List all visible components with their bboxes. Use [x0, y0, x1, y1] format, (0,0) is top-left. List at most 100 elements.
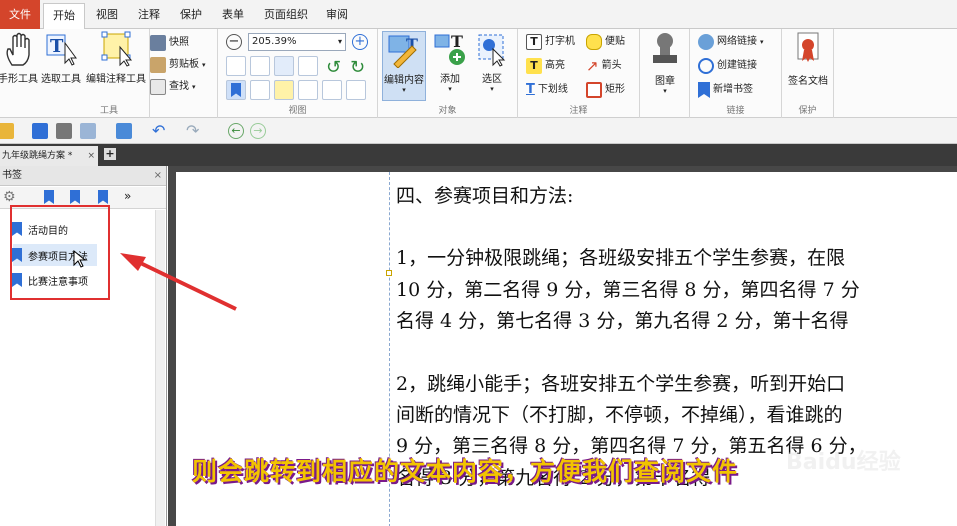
- globe-icon: [698, 34, 714, 50]
- attachments-view-button[interactable]: [298, 80, 318, 100]
- mouse-cursor-icon: [73, 250, 87, 268]
- comments-view-button[interactable]: [274, 80, 294, 100]
- actual-size-button[interactable]: [226, 56, 246, 76]
- properties-view-button[interactable]: [346, 80, 366, 100]
- rectangle-button[interactable]: 矩形: [586, 80, 625, 100]
- doc-line: 间断的情况下（不打脚，不停顿，不掉绳），看谁跳的: [396, 404, 843, 426]
- tab-comment[interactable]: 注释: [130, 3, 168, 29]
- group-comment: T 打字机 便贴 T 高亮 ↗ 箭头 T 下划线 矩形 注释: [518, 29, 640, 118]
- svg-text:T: T: [451, 32, 463, 51]
- create-link-button[interactable]: 创建链接: [698, 56, 757, 76]
- bookmarks-panel-header: 书签 ×: [0, 166, 166, 186]
- zoom-in-button[interactable]: +: [352, 34, 368, 50]
- hand-tool-label: 手形工具: [0, 74, 38, 85]
- text-box-handle[interactable]: [386, 270, 392, 276]
- add-object-button[interactable]: T 添加 ▾: [430, 31, 470, 93]
- gear-icon[interactable]: ⚙: [3, 189, 16, 205]
- group-tools: 手形工具 T 选取工具 编辑注释工具 快照 剪贴板 ▾ 查找 ▾ 工具: [0, 29, 206, 118]
- tab-protect[interactable]: 保护: [172, 3, 210, 29]
- ribbon: 手形工具 T 选取工具 编辑注释工具 快照 剪贴板 ▾ 查找 ▾ 工具 − 20…: [0, 29, 957, 118]
- underline-label: 下划线: [537, 84, 568, 95]
- select-area-label: 选区: [482, 74, 502, 85]
- typewriter-label: 打字机: [545, 36, 575, 47]
- chevron-down-icon: ▾: [402, 86, 406, 94]
- tab-form[interactable]: 表单: [214, 3, 252, 29]
- underline-button[interactable]: T 下划线: [526, 80, 568, 100]
- menu-bar: 文件 开始 视图 注释 保护 表单 页面组织 审阅: [0, 0, 957, 29]
- back-icon[interactable]: ←: [228, 123, 244, 139]
- bookmarks-panel-title: 书签: [2, 170, 22, 181]
- tab-review[interactable]: 审阅: [318, 3, 356, 29]
- highlight-box: [10, 205, 110, 300]
- panel-scrollbar[interactable]: [155, 210, 165, 526]
- document-tab[interactable]: 九年级跳绳方案 * ×: [0, 146, 98, 166]
- doc-line: 名得 4 分，第七名得 3 分，第九名得 2 分，第十名得: [396, 310, 849, 332]
- add-bookmark-icon[interactable]: [98, 190, 108, 204]
- link-icon: [698, 58, 714, 74]
- web-link-button[interactable]: 网络链接 ▾: [698, 32, 764, 52]
- hand-tool-button[interactable]: 手形工具: [0, 31, 38, 85]
- select-tool-label: 选取工具: [41, 74, 81, 85]
- undo-icon[interactable]: ↶: [152, 123, 168, 139]
- layers-view-button[interactable]: [322, 80, 342, 100]
- bookmark-view-button[interactable]: [226, 80, 246, 100]
- baidu-watermark: Baidu经验: [786, 450, 901, 475]
- note-label: 便贴: [605, 36, 625, 47]
- zoom-out-button[interactable]: −: [226, 34, 242, 50]
- highlight-button[interactable]: T 高亮: [526, 56, 565, 76]
- new-bookmark-button[interactable]: 新增书签: [698, 80, 753, 100]
- pages-view-button[interactable]: [250, 80, 270, 100]
- arrow-icon: ↗: [586, 57, 599, 75]
- select-area-button[interactable]: 选区 ▾: [472, 31, 512, 93]
- note-icon: [586, 34, 602, 50]
- group-view: − 205.39% ▾ + ↺ ↻ 视图: [218, 29, 378, 118]
- print-icon[interactable]: [56, 123, 72, 139]
- rectangle-icon: [586, 82, 602, 98]
- certificate-icon: [797, 32, 819, 62]
- sign-document-button[interactable]: 签名文档: [784, 31, 832, 87]
- group-links: 网络链接 ▾ 创建链接 新增书签 链接: [690, 29, 782, 118]
- quick-access-toolbar: ↶ ↷ ← →: [0, 118, 957, 144]
- open-folder-icon[interactable]: [0, 123, 14, 139]
- doc-line: 1，一分钟极限跳绳；各班级安排五个学生参赛，在限: [396, 247, 846, 269]
- expand-bookmarks-icon[interactable]: [44, 190, 54, 204]
- stamp-button[interactable]: 图章 ▾: [644, 31, 686, 95]
- new-tab-button[interactable]: +: [104, 148, 116, 160]
- rectangle-label: 矩形: [605, 84, 625, 95]
- zoom-input[interactable]: 205.39% ▾: [248, 33, 346, 51]
- fit-page-button[interactable]: [250, 56, 270, 76]
- stamp-icon: [653, 33, 677, 63]
- tab-view[interactable]: 视图: [88, 3, 126, 29]
- video-subtitle: 则会跳转到相应的文本内容，方便我们查阅文件: [192, 457, 739, 486]
- tab-page-organize[interactable]: 页面组织: [258, 3, 314, 29]
- select-tool-button[interactable]: T 选取工具: [39, 31, 83, 85]
- stamp-label: 图章: [655, 76, 675, 87]
- chevron-double-down-icon[interactable]: »: [124, 189, 131, 203]
- typewriter-button[interactable]: T 打字机: [526, 32, 575, 52]
- fit-width-button[interactable]: [274, 56, 294, 76]
- hand-icon: [6, 32, 30, 66]
- save-icon[interactable]: [32, 123, 48, 139]
- view-group-label: 视图: [288, 106, 307, 116]
- redo-icon[interactable]: ↷: [186, 123, 202, 139]
- create-link-label: 创建链接: [717, 60, 757, 71]
- text-select-icon: T: [46, 34, 77, 66]
- email-icon[interactable]: [80, 123, 96, 139]
- tab-home[interactable]: 开始: [43, 3, 85, 29]
- close-panel-icon[interactable]: ×: [154, 166, 162, 186]
- web-link-label: 网络链接: [717, 36, 757, 47]
- fit-visible-button[interactable]: [298, 56, 318, 76]
- edit-content-button[interactable]: T 编辑内容 ▾: [382, 31, 426, 101]
- scan-icon[interactable]: [116, 123, 132, 139]
- edit-annotation-tool-button[interactable]: 编辑注释工具: [84, 31, 148, 85]
- rotate-left-icon[interactable]: ↺: [326, 57, 341, 78]
- underline-icon: T: [526, 82, 535, 97]
- rotate-right-icon[interactable]: ↻: [350, 57, 365, 78]
- tab-file[interactable]: 文件: [0, 0, 40, 29]
- arrow-button[interactable]: ↗ 箭头: [586, 56, 622, 76]
- delete-bookmark-icon[interactable]: [70, 190, 80, 204]
- note-button[interactable]: 便贴: [586, 32, 625, 52]
- close-tab-icon[interactable]: ×: [87, 146, 95, 166]
- links-group-label: 链接: [726, 106, 745, 116]
- forward-icon[interactable]: →: [250, 123, 266, 139]
